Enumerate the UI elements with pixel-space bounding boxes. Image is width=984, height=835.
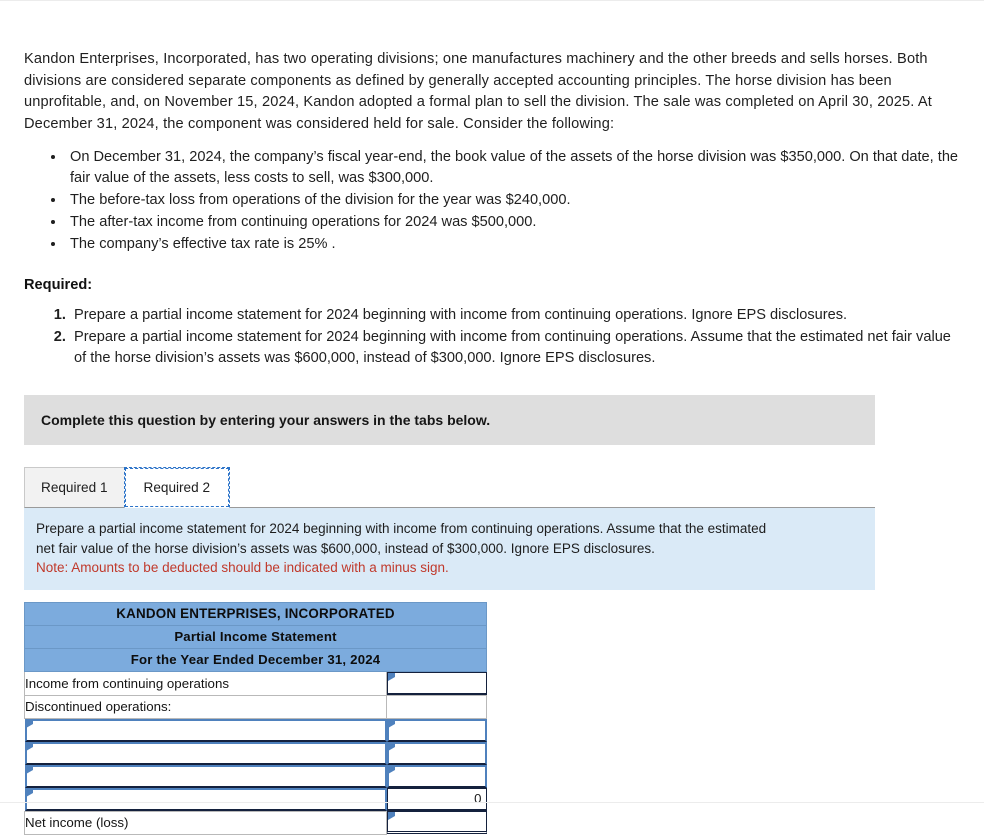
label-input[interactable] <box>24 787 387 811</box>
amount-input[interactable] <box>387 811 487 834</box>
row-label-blank-4[interactable] <box>24 787 387 812</box>
partial-income-statement-worksheet: KANDON ENTERPRISES, INCORPORATED Partial… <box>23 601 488 835</box>
required-heading: Required: <box>24 277 93 293</box>
list-item: The after-tax income from continuing ope… <box>66 212 960 233</box>
worksheet-header-row: Partial Income Statement <box>23 624 488 649</box>
table-row <box>24 741 487 765</box>
amount-input[interactable] <box>386 764 487 788</box>
amount-input[interactable] <box>386 718 487 742</box>
table-row: Discontinued operations: <box>24 694 488 719</box>
problem-facts-list: On December 31, 2024, the company’s fisc… <box>24 147 960 255</box>
table-row: Net income (loss) <box>24 810 487 835</box>
row-value-net-income[interactable] <box>387 811 487 834</box>
row-label-income-continuing: Income from continuing operations <box>24 670 387 696</box>
table-row: 0 <box>24 787 487 812</box>
top-divider <box>0 0 984 1</box>
worksheet-header-row: KANDON ENTERPRISES, INCORPORATED <box>23 601 488 626</box>
worksheet-statement-title: Partial Income Statement <box>23 624 488 649</box>
instruction-banner: Complete this question by entering your … <box>24 395 875 445</box>
row-label-discontinued-operations: Discontinued operations: <box>24 694 387 719</box>
tab-required-1-label: Required 1 <box>41 480 108 495</box>
label-input[interactable] <box>24 741 387 765</box>
row-label-blank-3[interactable] <box>24 764 387 788</box>
list-item: Prepare a partial income statement for 2… <box>70 305 960 326</box>
row-value-discontinued-operations <box>385 694 488 719</box>
worksheet-company-title: KANDON ENTERPRISES, INCORPORATED <box>23 601 488 626</box>
row-value-blank-2[interactable] <box>386 741 487 765</box>
row-value-blank-1[interactable] <box>386 718 487 742</box>
worksheet-header-row: For the Year Ended December 31, 2024 <box>23 647 488 672</box>
list-item: Prepare a partial income statement for 2… <box>70 327 960 369</box>
amount-input[interactable]: 0 <box>386 787 487 811</box>
table-row: Income from continuing operations <box>24 670 487 696</box>
question-prompt-panel: Prepare a partial income statement for 2… <box>24 508 875 590</box>
prompt-line-2: net fair value of the horse division’s a… <box>36 540 655 556</box>
row-value-blank-3[interactable] <box>386 764 487 788</box>
list-item: On December 31, 2024, the company’s fisc… <box>66 147 960 189</box>
instruction-banner-text: Complete this question by entering your … <box>41 412 491 428</box>
table-row <box>24 764 487 788</box>
row-label-blank-2[interactable] <box>24 741 387 765</box>
tab-required-1[interactable]: Required 1 <box>24 467 125 508</box>
required-list: Prepare a partial income statement for 2… <box>24 305 960 369</box>
page-content: Kandon Enterprises, Incorporated, has tw… <box>0 0 984 835</box>
row-value-subtotal[interactable]: 0 <box>386 787 487 812</box>
row-label-blank-1[interactable] <box>24 718 387 742</box>
amount-input[interactable] <box>386 741 487 765</box>
tab-required-2[interactable]: Required 2 <box>123 467 231 508</box>
row-value-income-continuing[interactable] <box>387 671 487 695</box>
table-row <box>24 718 487 742</box>
row-label-net-income: Net income (loss) <box>24 810 387 835</box>
worksheet-period-title: For the Year Ended December 31, 2024 <box>23 647 488 672</box>
amount-input[interactable] <box>387 671 487 695</box>
tab-required-2-label: Required 2 <box>143 480 211 495</box>
prompt-note: Note: Amounts to be deducted should be i… <box>36 560 449 575</box>
label-input[interactable] <box>24 764 387 788</box>
prompt-line-1: Prepare a partial income statement for 2… <box>36 521 767 536</box>
list-item: The before-tax loss from operations of t… <box>66 190 960 211</box>
problem-narrative: Kandon Enterprises, Incorporated, has tw… <box>24 51 932 132</box>
list-item: The company’s effective tax rate is 25% … <box>66 234 960 255</box>
tab-bar: Required 1 Required 2 <box>24 464 875 508</box>
label-input[interactable] <box>24 718 387 742</box>
